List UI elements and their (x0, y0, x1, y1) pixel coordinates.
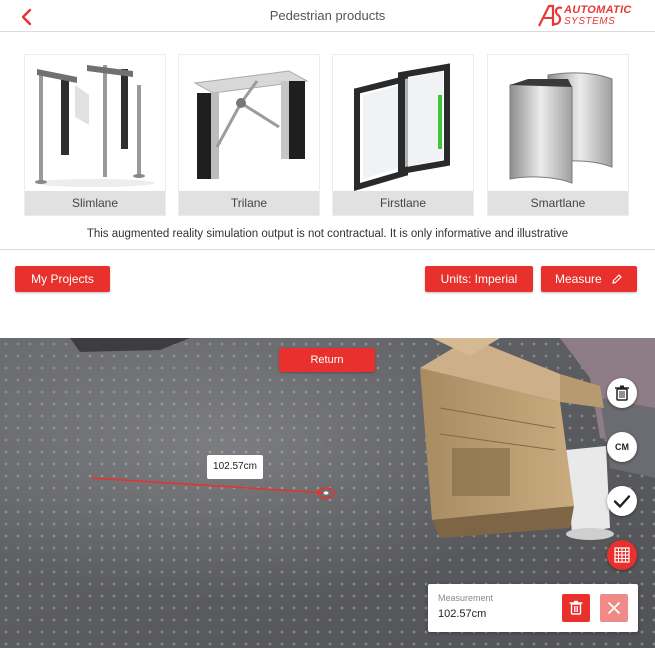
delete-all-button[interactable] (607, 378, 637, 408)
app-screen: Pedestrian products AUTOMATIC SYSTEMS Sl… (0, 0, 655, 648)
trash-icon (615, 385, 629, 401)
measure-button[interactable]: Measure (541, 266, 637, 292)
product-label-trilane: Trilane (179, 191, 319, 215)
disclaimer-text: This augmented reality simulation output… (86, 228, 569, 240)
units-label: Units: Imperial (440, 272, 518, 286)
unit-toggle-button[interactable]: CM (607, 432, 637, 462)
measure-label: Measure (554, 272, 602, 286)
smartlane-image (488, 55, 628, 192)
product-card-slimlane[interactable]: Slimlane (24, 54, 166, 216)
brand-logo-line2: SYSTEMS (564, 16, 616, 27)
confirm-button[interactable] (607, 486, 637, 516)
slimlane-image (25, 55, 165, 192)
my-projects-button[interactable]: My Projects (15, 266, 110, 292)
product-card-smartlane[interactable]: Smartlane (487, 54, 629, 216)
product-label-smartlane: Smartlane (488, 191, 628, 215)
return-button[interactable]: Return (279, 348, 375, 372)
return-label: Return (310, 354, 344, 366)
check-icon (613, 495, 631, 508)
close-measurement-button[interactable] (600, 594, 628, 622)
ar-camera-view[interactable]: Return 102.57cm CM Measurement 102.57cm (0, 338, 655, 648)
trash-icon (569, 600, 583, 615)
grid-icon (614, 547, 630, 563)
measurement-panel-value: 102.57cm (438, 608, 487, 620)
product-label-slimlane: Slimlane (25, 191, 165, 215)
close-icon (608, 602, 620, 614)
units-button[interactable]: Units: Imperial (425, 266, 533, 292)
brand-logo-line1: AUTOMATIC (564, 4, 632, 16)
product-card-trilane[interactable]: Trilane (178, 54, 320, 216)
measurement-panel: Measurement 102.57cm (428, 584, 638, 632)
product-gallery: Slimlane Trilane Firstlane Smartlane (0, 32, 655, 222)
brand-logo-mark (538, 4, 563, 27)
pencil-icon (612, 274, 622, 284)
measurement-panel-title: Measurement (438, 593, 494, 603)
my-projects-label: My Projects (31, 272, 94, 286)
grid-toggle-button[interactable] (607, 540, 637, 570)
delete-measurement-button[interactable] (562, 594, 590, 622)
brand-logo: AUTOMATIC SYSTEMS (537, 4, 639, 28)
unit-toggle-label: CM (615, 442, 629, 452)
measurement-tag: 102.57cm (207, 455, 263, 479)
header-bar: Pedestrian products AUTOMATIC SYSTEMS (0, 0, 655, 32)
product-card-firstlane[interactable]: Firstlane (332, 54, 474, 216)
section-divider (0, 249, 655, 250)
product-label-firstlane: Firstlane (333, 191, 473, 215)
firstlane-image (333, 55, 473, 192)
trilane-image (179, 55, 319, 192)
